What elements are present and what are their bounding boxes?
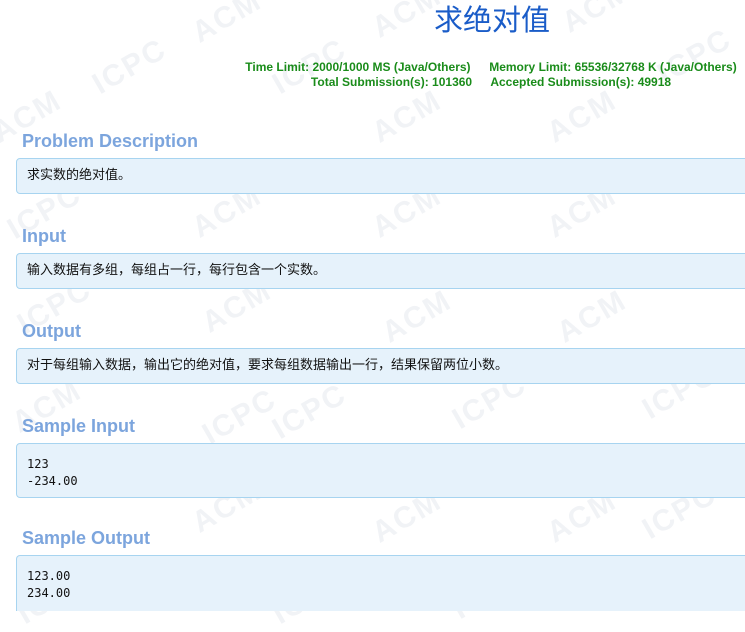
submissions-row: Total Submission(s): 101360 Accepted Sub… [241,75,741,90]
sample-input-heading: Sample Input [22,416,136,436]
acm-icpc-watermark: ACM ICPC ACM ACM ICPC ACM ICPC ACM ACM I… [0,0,738,631]
limits-row: Time Limit: 2000/1000 MS (Java/Others) M… [241,60,741,75]
sample-input-line: 123 [27,457,49,471]
total-submissions-value: 101360 [432,75,473,89]
input-panel: 输入数据有多组，每组占一行，每行包含一个实数。 [16,253,745,289]
problem-stats: Time Limit: 2000/1000 MS (Java/Others) M… [241,60,741,90]
problem-description-heading: Problem Description [22,131,199,151]
problem-description-text: 求实数的绝对值。 [27,168,132,183]
output-panel: 对于每组输入数据，输出它的绝对值，要求每组数据输出一行，结果保留两位小数。 [16,348,745,384]
problem-title: 求绝对值 [434,3,551,37]
problem-description-panel: 求实数的绝对值。 [16,158,745,194]
memory-limit-value: 65536/32768 K (Java/Others) [574,60,737,74]
time-limit-value: 2000/1000 MS (Java/Others) [312,60,471,74]
sample-output-panel: 123.00 234.00 [16,555,745,611]
input-text: 输入数据有多组，每组占一行，每行包含一个实数。 [27,263,327,278]
total-submissions-label: Total Submission(s): [310,75,429,89]
sample-output-heading: Sample Output [22,528,151,548]
sample-input-line: -234.00 [27,474,78,488]
accepted-submissions-value: 49918 [637,75,672,89]
sample-output-line: 123.00 [27,569,71,583]
memory-limit-label: Memory Limit: [489,60,572,74]
input-heading: Input [22,226,66,246]
output-heading: Output [22,321,81,341]
accepted-submissions-label: Accepted Submission(s): [490,75,635,89]
sample-input-panel: 123 -234.00 [16,443,745,498]
sample-output-line: 234.00 [27,586,71,600]
output-text: 对于每组输入数据，输出它的绝对值，要求每组数据输出一行，结果保留两位小数。 [27,358,509,373]
time-limit-label: Time Limit: [245,60,310,74]
